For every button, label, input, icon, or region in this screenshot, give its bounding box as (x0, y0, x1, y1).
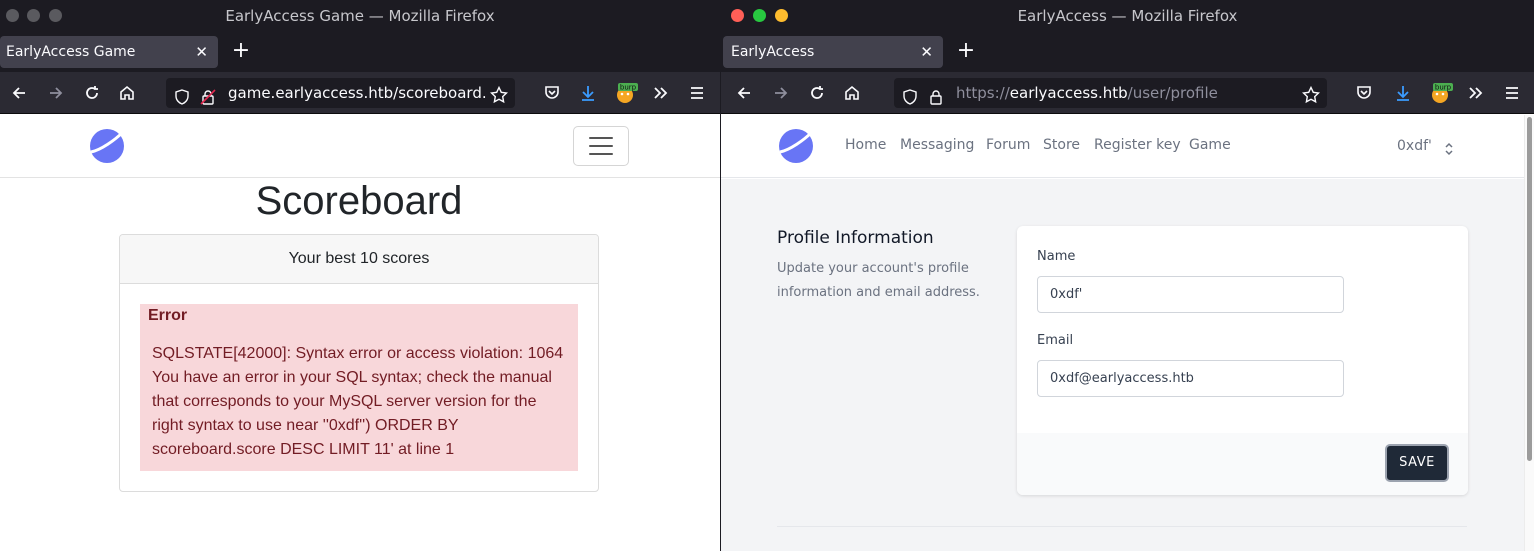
lock-icon[interactable] (928, 85, 944, 108)
page-title: Scoreboard (255, 179, 463, 223)
left-tabbar: EarlyAccess Game ✕ + (0, 32, 720, 72)
earlyaccess-logo[interactable] (778, 128, 814, 164)
burp-extension-icon[interactable]: burp (612, 80, 638, 106)
shield-icon[interactable] (902, 85, 918, 108)
overflow-chevrons-icon[interactable] (648, 80, 674, 106)
maximize-window-button[interactable] (49, 9, 62, 22)
email-field[interactable]: 0xdf@earlyaccess.htb (1037, 360, 1344, 397)
profile-form-card: Name 0xdf' Email 0xdf@earlyaccess.htb SA… (1017, 226, 1468, 495)
forward-icon[interactable] (768, 80, 794, 106)
tab-earlyaccess-game[interactable]: EarlyAccess Game ✕ (0, 36, 218, 68)
left-page-content: Scoreboard Your best 10 scores Error SQL… (0, 115, 720, 551)
user-menu-trigger[interactable]: 0xdf' (1397, 138, 1453, 156)
close-window-button[interactable] (6, 9, 19, 22)
left-titlebar: EarlyAccess Game — Mozilla Firefox (0, 0, 720, 32)
nav-forum[interactable]: Forum (986, 137, 1030, 153)
section-description: Update your account's profile informatio… (777, 261, 980, 300)
minimize-window-button[interactable] (27, 9, 40, 22)
url-path: /user/profile (1127, 84, 1218, 102)
page-scrollbar[interactable] (1524, 115, 1534, 551)
burp-extension-icon[interactable]: burp (1427, 80, 1453, 106)
reload-icon[interactable] (804, 80, 830, 106)
save-button[interactable]: SAVE (1385, 444, 1449, 482)
minimize-window-button[interactable] (775, 9, 788, 22)
maximize-window-button[interactable] (753, 9, 766, 22)
home-icon[interactable] (114, 80, 140, 106)
scrollbar-thumb[interactable] (1527, 117, 1532, 461)
shield-icon[interactable] (174, 85, 190, 108)
forward-icon[interactable] (43, 80, 69, 106)
error-message: SQLSTATE[42000]: Syntax error or access … (152, 345, 564, 458)
menu-icon[interactable] (684, 80, 710, 106)
chevron-updown-icon (1445, 142, 1453, 156)
reload-icon[interactable] (79, 80, 105, 106)
close-window-button[interactable] (731, 9, 744, 22)
nav-register-key[interactable]: Register key (1094, 137, 1181, 153)
window-title: EarlyAccess Game — Mozilla Firefox (225, 7, 495, 25)
tab-earlyaccess[interactable]: EarlyAccess ✕ (723, 36, 943, 68)
name-label: Name (1037, 249, 1076, 264)
address-bar[interactable]: https://earlyaccess.htb/user/profile (894, 78, 1327, 108)
game-site-header (0, 115, 720, 178)
tab-close-icon[interactable]: ✕ (195, 36, 208, 68)
address-bar[interactable]: game.earlyaccess.htb/scoreboard.php (166, 78, 515, 108)
form-footer: SAVE (1017, 433, 1468, 495)
sql-error-alert: Error SQLSTATE[42000]: Syntax error or a… (140, 304, 578, 471)
new-tab-button[interactable]: + (952, 36, 980, 68)
bookmark-star-icon[interactable] (489, 84, 509, 108)
right-tabbar: EarlyAccess ✕ + (721, 32, 1534, 72)
bookmark-star-icon[interactable] (1301, 84, 1321, 108)
home-icon[interactable] (839, 80, 865, 106)
insecure-lock-icon[interactable] (200, 85, 216, 108)
back-icon[interactable] (731, 80, 757, 106)
navbar-toggle-button[interactable] (573, 126, 629, 166)
site-header: Home Messaging Forum Store Register key … (721, 115, 1524, 178)
scores-card-header: Your best 10 scores (120, 235, 598, 284)
url-text: https://earlyaccess.htb/user/profile (956, 78, 1218, 108)
tab-label: EarlyAccess Game (6, 44, 136, 60)
right-page-content: Home Messaging Forum Store Register key … (721, 115, 1534, 551)
earlyaccess-logo[interactable] (89, 128, 125, 164)
left-browser-window: EarlyAccess Game — Mozilla Firefox Early… (0, 0, 720, 551)
menu-icon[interactable] (1499, 80, 1525, 106)
pocket-icon[interactable] (539, 80, 565, 106)
url-host: earlyaccess.htb (1009, 84, 1128, 102)
new-tab-button[interactable]: + (227, 36, 255, 68)
right-titlebar: EarlyAccess — Mozilla Firefox (721, 0, 1534, 32)
error-title: Error (148, 307, 188, 324)
back-icon[interactable] (6, 80, 32, 106)
nav-messaging[interactable]: Messaging (900, 137, 974, 153)
profile-page-body: Profile Information Update your account'… (721, 179, 1524, 551)
nav-store[interactable]: Store (1043, 137, 1080, 153)
scores-card: Your best 10 scores Error SQLSTATE[42000… (119, 234, 599, 492)
download-icon[interactable] (1390, 80, 1416, 106)
right-browser-window: EarlyAccess — Mozilla Firefox EarlyAcces… (721, 0, 1534, 551)
url-scheme: https:// (956, 84, 1010, 102)
overflow-chevrons-icon[interactable] (1463, 80, 1489, 106)
name-field[interactable]: 0xdf' (1037, 276, 1344, 313)
section-divider (777, 526, 1467, 527)
nav-game[interactable]: Game (1189, 137, 1231, 153)
url-text: game.earlyaccess.htb/scoreboard.php (228, 84, 486, 102)
nav-home[interactable]: Home (845, 137, 886, 153)
burp-badge-label: burp (1435, 84, 1452, 92)
burp-badge-label: burp (620, 84, 637, 92)
tab-label: EarlyAccess (731, 44, 815, 60)
download-icon[interactable] (575, 80, 601, 106)
window-title: EarlyAccess — Mozilla Firefox (1017, 7, 1238, 25)
tab-close-icon[interactable]: ✕ (920, 36, 933, 68)
right-navbar: https://earlyaccess.htb/user/profile bur… (721, 72, 1534, 114)
pocket-icon[interactable] (1351, 80, 1377, 106)
left-navbar: game.earlyaccess.htb/scoreboard.php burp (0, 72, 720, 114)
user-name: 0xdf' (1397, 138, 1432, 154)
section-title: Profile Information (777, 228, 934, 248)
email-label: Email (1037, 333, 1074, 348)
